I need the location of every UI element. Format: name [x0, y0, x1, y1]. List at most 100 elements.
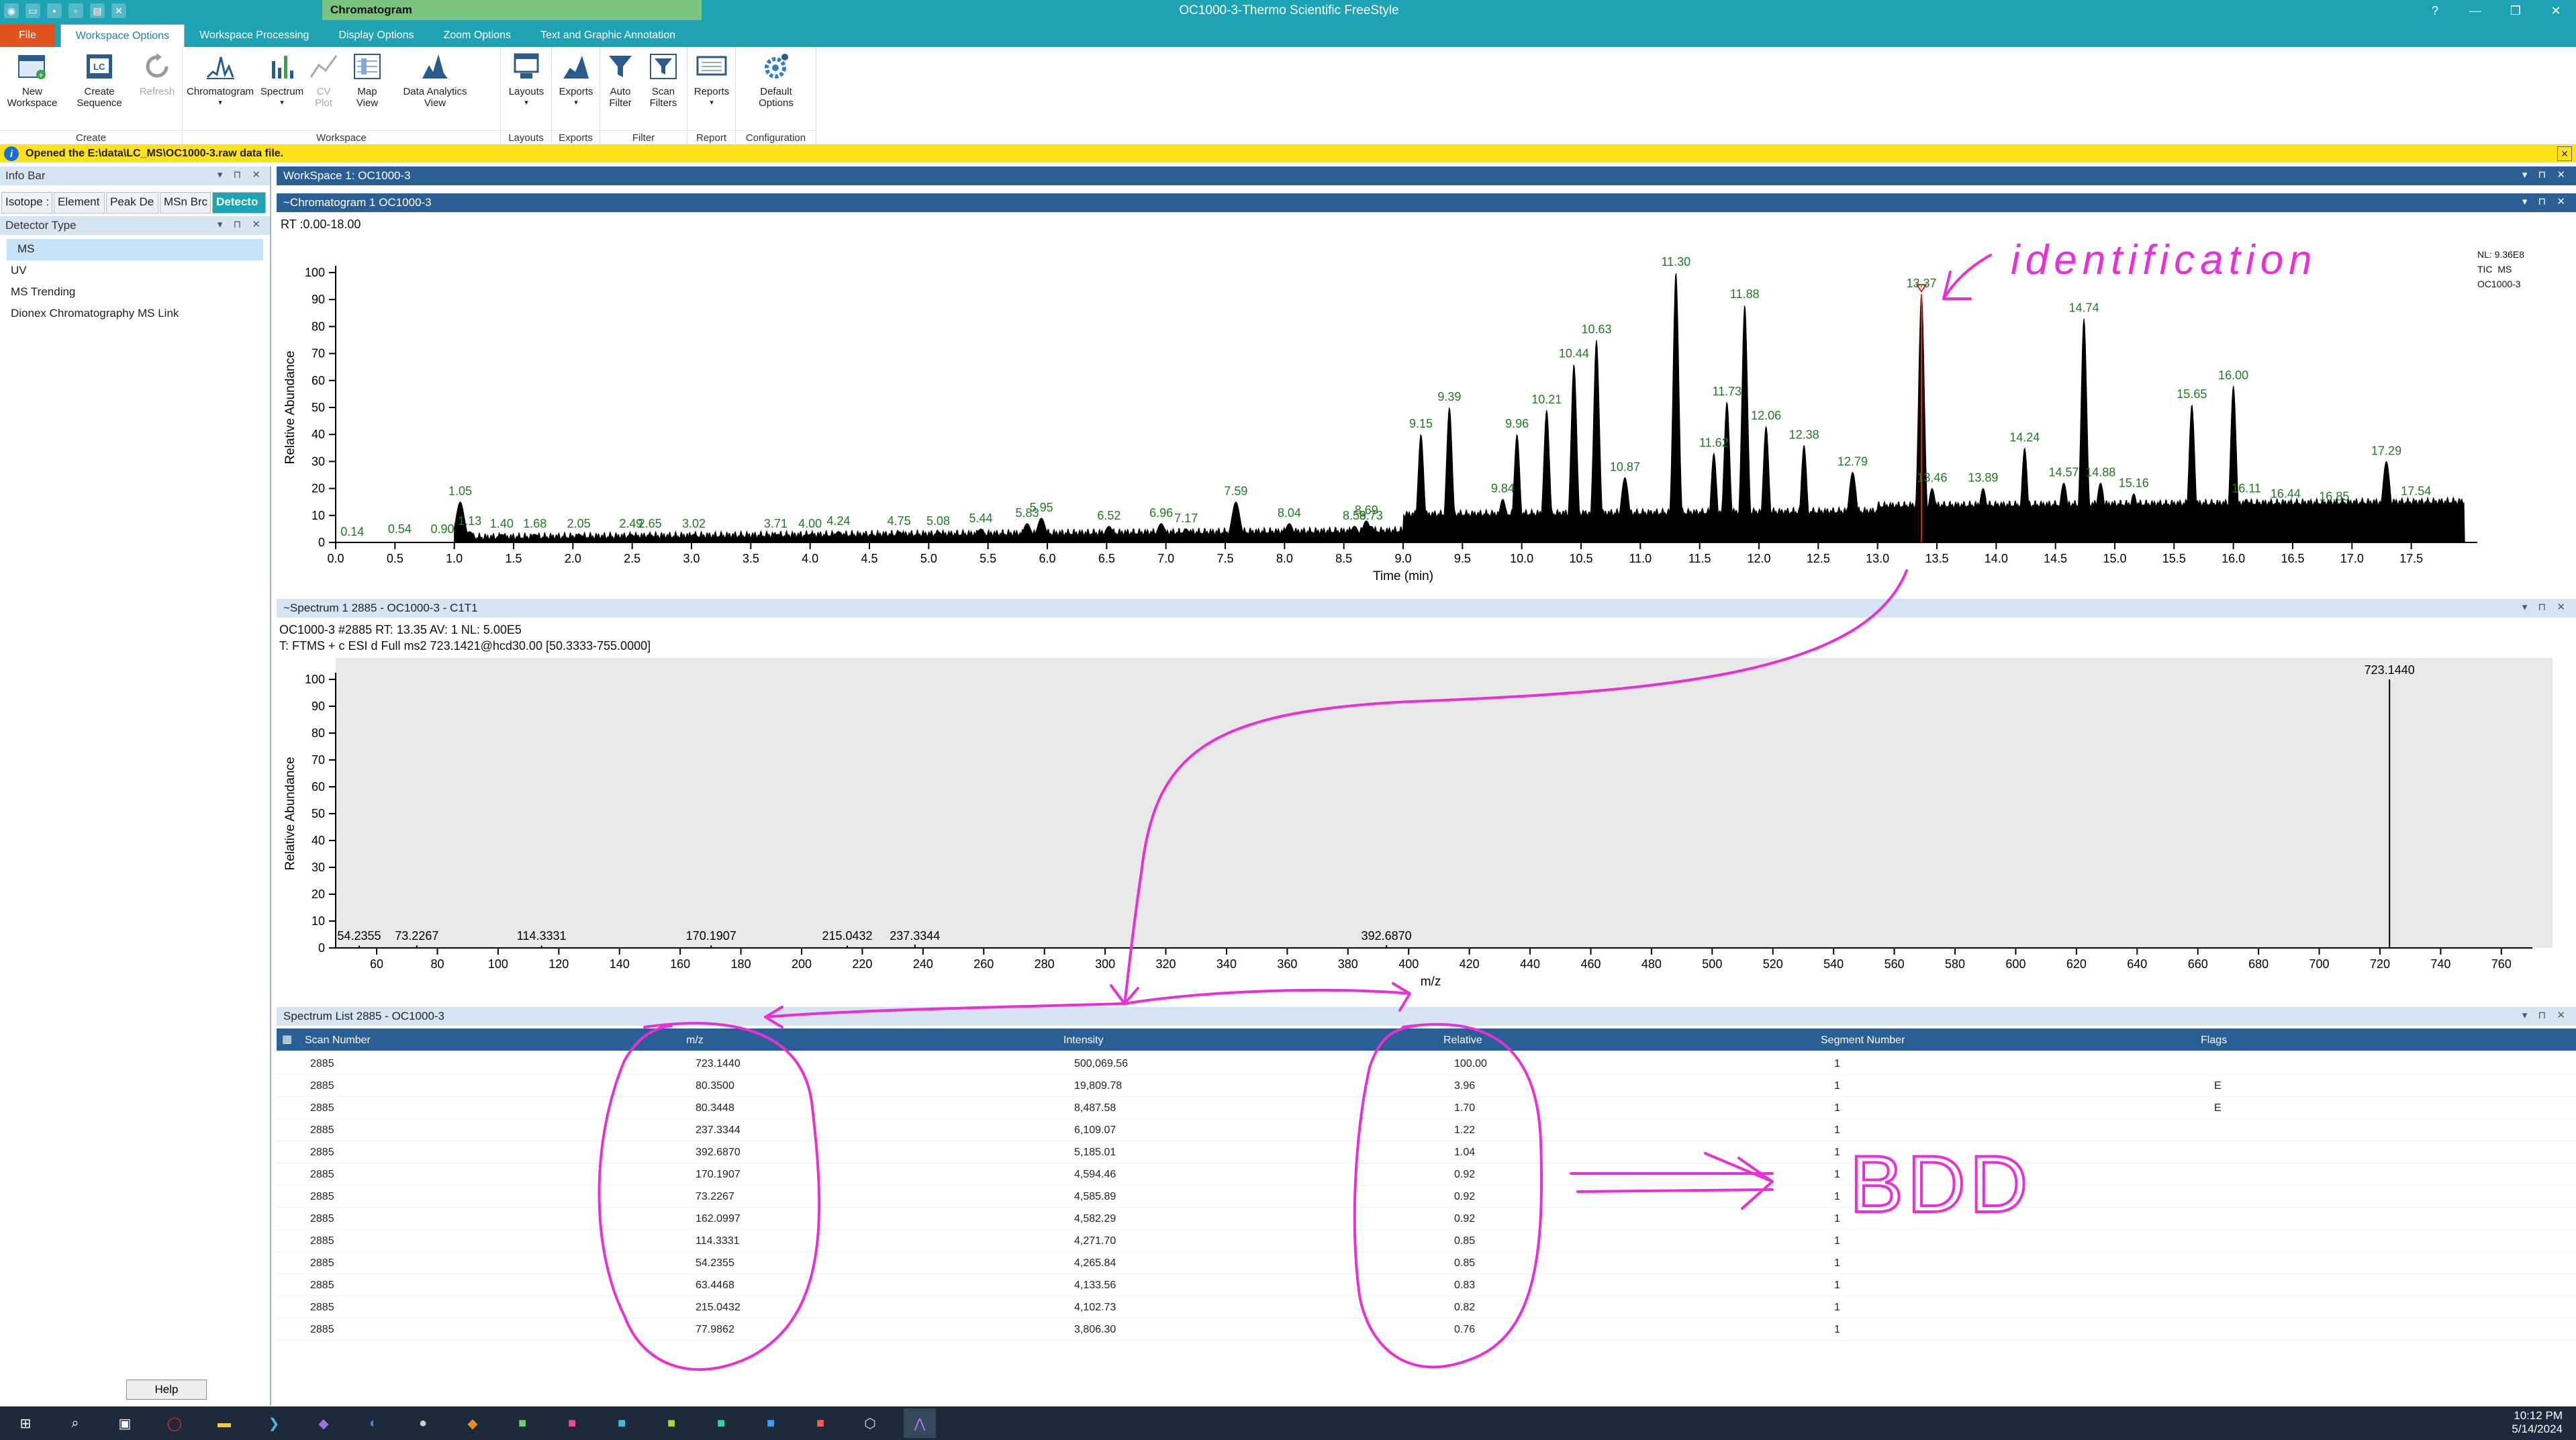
table-row[interactable]: 2885 114.3331 4,271.70 0.85 1	[277, 1230, 2576, 1252]
table-row[interactable]: 2885 80.3500 19,809.78 3.96 1 E	[277, 1075, 2576, 1097]
tools-icon[interactable]: ✕	[111, 3, 126, 18]
close-icon[interactable]: ✕	[2557, 146, 2572, 161]
col-relative[interactable]: Relative	[1443, 1035, 1482, 1047]
app-icon-3[interactable]: ■	[506, 1408, 538, 1438]
table-row[interactable]: 2885 63.4468 4,133.56 0.83 1	[277, 1274, 2576, 1296]
context-tab-chromatogram[interactable]: Chromatogram	[322, 0, 702, 20]
restore-icon[interactable]: ❐	[2495, 0, 2536, 21]
cv-plot-button[interactable]: CV Plot	[302, 50, 345, 109]
tab-element[interactable]: Element	[54, 192, 105, 213]
cell-mz: 237.3344	[696, 1124, 741, 1136]
tab-workspace-options[interactable]: Workspace Options	[60, 24, 185, 47]
pane-controls[interactable]: ▾ ⊓ ✕	[2522, 1009, 2569, 1021]
x-tick-label: 360	[1277, 957, 1297, 971]
scan-filters-button[interactable]: Scan Filters	[639, 50, 687, 109]
app-icon-9[interactable]: ■	[804, 1408, 837, 1438]
app-icon-6[interactable]: ■	[655, 1408, 687, 1438]
y-tick-label: 30	[312, 454, 325, 468]
app-icon[interactable]: ◉	[4, 3, 19, 18]
open-icon[interactable]: ▭	[26, 3, 40, 18]
exports-button[interactable]: Exports ▾	[549, 50, 603, 109]
x-tick-label: 10.5	[1569, 552, 1592, 565]
table-row[interactable]: 2885 73.2267 4,585.89 0.92 1	[277, 1186, 2576, 1208]
pane-controls[interactable]: ▾ ⊓ ✕	[2522, 169, 2569, 181]
table-settings-icon[interactable]: ▦	[282, 1033, 292, 1046]
detector-item-uv[interactable]: UV	[0, 260, 270, 282]
chromatogram-button[interactable]: Chromatogram ▾	[187, 50, 254, 109]
detector-item-dionex[interactable]: Dionex Chromatography MS Link	[0, 303, 270, 325]
app-icon-2[interactable]: ◆	[457, 1408, 489, 1438]
tab-peak-detection[interactable]: Peak De	[106, 192, 158, 213]
cell-relative: 0.92	[1454, 1213, 1476, 1225]
ribbon-group-configuration: Default Options Configuration	[736, 47, 816, 145]
scan-filters-icon	[646, 50, 681, 83]
table-row[interactable]: 2885 77.9862 3,806.30 0.76 1	[277, 1318, 2576, 1341]
tab-msn-browser[interactable]: MSn Brc	[160, 192, 211, 213]
map-view-button[interactable]: Map View	[344, 50, 391, 109]
table-row[interactable]: 2885 723.1440 500,069.56 100.00 1	[277, 1053, 2576, 1075]
ribbon-group-exports: Exports ▾ Exports	[552, 47, 600, 145]
new-workspace-button[interactable]: + New Workspace	[5, 50, 59, 109]
help-icon[interactable]: ?	[2415, 0, 2455, 21]
layouts-button[interactable]: Layouts ▾	[499, 50, 553, 109]
pane-controls[interactable]: ▾ ⊓ ✕	[2522, 195, 2569, 207]
save-as-icon[interactable]: ▫	[68, 3, 83, 18]
edge-icon[interactable]: ◐	[357, 1408, 389, 1438]
minimize-icon[interactable]: —	[2455, 0, 2495, 21]
auto-filter-button[interactable]: Auto Filter	[596, 50, 645, 109]
peak-label: 16.85	[2319, 490, 2349, 503]
create-sequence-button[interactable]: LC Create Sequence	[73, 50, 126, 109]
powershell-icon[interactable]: ❯	[258, 1408, 290, 1438]
col-mz[interactable]: m/z	[686, 1035, 704, 1047]
table-row[interactable]: 2885 170.1907 4,594.46 0.92 1	[277, 1163, 2576, 1186]
spectrum-view[interactable]: OC1000-3 #2885 RT: 13.35 AV: 1 NL: 5.00E…	[277, 618, 2576, 1000]
app-icon-5[interactable]: ■	[606, 1408, 638, 1438]
table-row[interactable]: 2885 54.2355 4,265.84 0.85 1	[277, 1252, 2576, 1274]
chromatogram-view[interactable]: RT :0.00-18.00 NL: 9.36E8 TIC MS OC1000-3 …	[277, 212, 2576, 593]
detector-item-ms-trending[interactable]: MS Trending	[0, 282, 270, 303]
tab-display-options[interactable]: Display Options	[324, 24, 428, 47]
spectrum-button[interactable]: Spectrum ▾	[255, 50, 309, 109]
print-icon[interactable]: ▤	[90, 3, 105, 18]
detector-item-ms[interactable]: MS	[7, 239, 263, 260]
table-row[interactable]: 2885 237.3344 6,109.07 1.22 1	[277, 1119, 2576, 1141]
help-button[interactable]: Help	[126, 1380, 207, 1400]
tab-zoom-options[interactable]: Zoom Options	[428, 24, 525, 47]
file-explorer-icon[interactable]: ▬	[208, 1408, 240, 1438]
freestyle-icon[interactable]: ⋀	[904, 1408, 936, 1438]
windows-start-icon[interactable]: ⊞	[9, 1408, 42, 1438]
table-row[interactable]: 2885 162.0997 4,582.29 0.92 1	[277, 1208, 2576, 1230]
visual-studio-icon[interactable]: ◆	[307, 1408, 340, 1438]
default-options-button[interactable]: Default Options	[749, 50, 803, 109]
app-icon-7[interactable]: ■	[705, 1408, 737, 1438]
y-tick-label: 100	[305, 266, 325, 279]
pane-controls[interactable]: ▾ ⊓ ✕	[218, 218, 265, 230]
col-segment-number[interactable]: Segment Number	[1821, 1035, 1905, 1047]
col-flags[interactable]: Flags	[2201, 1035, 2227, 1047]
task-view-icon[interactable]: ▣	[109, 1408, 141, 1438]
col-scan-number[interactable]: Scan Number	[305, 1035, 371, 1047]
close-icon[interactable]: ✕	[2536, 0, 2576, 21]
pane-controls[interactable]: ▾ ⊓ ✕	[2522, 601, 2569, 613]
search-icon[interactable]: ⌕	[59, 1408, 91, 1438]
tab-text-graphic-annotation[interactable]: Text and Graphic Annotation	[526, 24, 690, 47]
data-analytics-view-button[interactable]: Data Analytics View	[395, 50, 475, 109]
pane-controls[interactable]: ▾ ⊓ ✕	[218, 169, 265, 181]
refresh-button[interactable]: Refresh	[130, 50, 184, 97]
save-icon[interactable]: ▪	[47, 3, 62, 18]
tab-workspace-processing[interactable]: Workspace Processing	[185, 24, 324, 47]
reports-button[interactable]: Reports ▾	[685, 50, 738, 109]
tab-detector[interactable]: Detecto	[212, 192, 266, 213]
table-row[interactable]: 2885 80.3448 8,487.58 1.70 1 E	[277, 1097, 2576, 1119]
box-icon[interactable]: ⬡	[854, 1408, 886, 1438]
col-intensity[interactable]: Intensity	[1063, 1035, 1104, 1047]
tab-file[interactable]: File	[0, 24, 55, 47]
app-icon-1[interactable]: ●	[407, 1408, 439, 1438]
tab-isotope[interactable]: Isotope :	[1, 192, 52, 213]
opera-icon[interactable]: ◯	[158, 1408, 191, 1438]
table-row[interactable]: 2885 392.6870 5,185.01 1.04 1	[277, 1141, 2576, 1163]
table-row[interactable]: 2885 215.0432 4,102.73 0.82 1	[277, 1296, 2576, 1318]
app-icon-8[interactable]: ■	[755, 1408, 787, 1438]
app-icon-4[interactable]: ■	[556, 1408, 588, 1438]
cell-intensity: 6,109.07	[1074, 1124, 1116, 1136]
